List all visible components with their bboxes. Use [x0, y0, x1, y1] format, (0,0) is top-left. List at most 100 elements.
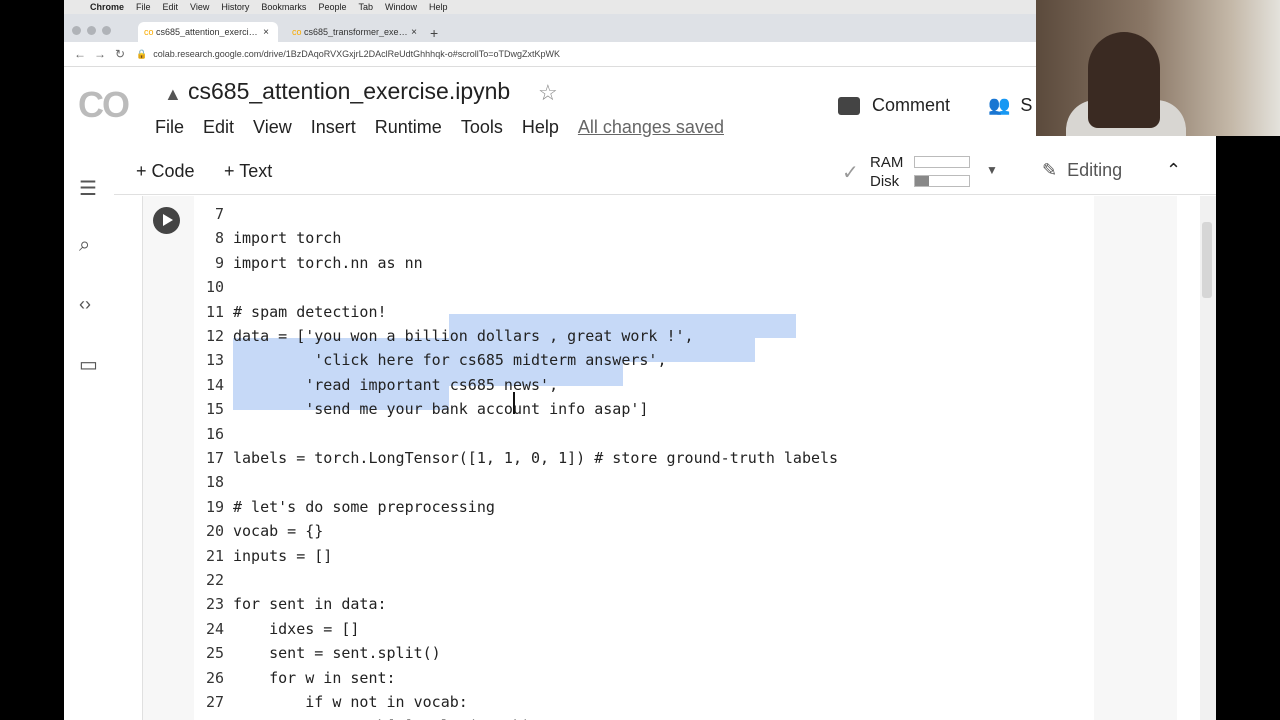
code-line[interactable]: 13 'click here for cs685 midterm answers…: [194, 348, 667, 372]
code-text: vocab = {}: [233, 522, 324, 541]
mac-menu-tab[interactable]: Tab: [358, 2, 373, 12]
colab-favicon-icon: co: [144, 27, 154, 37]
line-number: 8: [214, 229, 224, 248]
menu-file[interactable]: File: [155, 117, 184, 138]
close-window-icon[interactable]: [72, 26, 81, 35]
mac-menu-help[interactable]: Help: [429, 2, 448, 12]
menu-tools[interactable]: Tools: [461, 117, 503, 138]
code-text: idxes = []: [233, 619, 360, 638]
code-text: data = ['you won a billion dollars , gre…: [233, 327, 694, 345]
code-text: labels = torch.LongTensor([1, 1, 0, 1]) …: [233, 449, 839, 467]
line-number: 19: [205, 497, 224, 516]
add-code-button[interactable]: + Code: [136, 161, 195, 182]
forward-icon[interactable]: →: [90, 47, 110, 61]
back-icon[interactable]: ←: [70, 47, 90, 61]
left-sidebar: ☰ ⌕ ‹› ▭: [64, 150, 114, 720]
colab-logo[interactable]: CO: [78, 84, 130, 126]
mac-menu-file[interactable]: File: [136, 2, 151, 12]
code-line[interactable]: 10: [194, 275, 233, 299]
line-number: 17: [205, 449, 224, 467]
table-of-contents-icon[interactable]: ☰: [79, 176, 97, 201]
mac-menu-people[interactable]: People: [318, 2, 346, 12]
code-line[interactable]: 15 'send me your bank account info asap'…: [194, 397, 648, 421]
line-number: 27: [205, 693, 224, 711]
code-line[interactable]: 9 import torch.nn as nn: [194, 251, 423, 275]
new-tab-icon[interactable]: +: [430, 25, 438, 41]
code-text: 'send me your bank account info asap']: [233, 400, 649, 419]
code-line[interactable]: 16: [194, 422, 233, 446]
line-number: 16: [205, 424, 224, 443]
reload-icon[interactable]: ↻: [110, 47, 130, 61]
files-icon[interactable]: ▭: [79, 352, 98, 377]
code-line[interactable]: 22: [194, 568, 233, 592]
chevron-down-icon[interactable]: ▼: [986, 163, 998, 177]
zoom-window-icon[interactable]: [102, 26, 111, 35]
lock-icon[interactable]: 🔒: [136, 49, 147, 60]
code-line[interactable]: 7: [194, 202, 233, 226]
line-number: 24: [205, 619, 224, 638]
line-number: 15: [205, 400, 224, 419]
url-field[interactable]: colab.research.google.com/drive/1BzDAqoR…: [153, 49, 560, 59]
scrollbar-thumb[interactable]: [1202, 222, 1212, 298]
menu-help[interactable]: Help: [522, 117, 559, 138]
code-line[interactable]: 26 for w in sent:: [194, 666, 396, 690]
code-line[interactable]: 14 'read important cs685 news',: [194, 373, 558, 397]
code-text: inputs = []: [233, 546, 333, 565]
code-line[interactable]: 18: [194, 470, 233, 494]
code-line[interactable]: 28 vocab[w] = len(vocab): [194, 714, 531, 720]
code-line[interactable]: 24 idxes = []: [194, 617, 360, 641]
mac-menu-history[interactable]: History: [221, 2, 249, 12]
run-cell-button[interactable]: [153, 207, 180, 234]
comment-button[interactable]: Comment: [838, 95, 950, 116]
save-status-link[interactable]: All changes saved: [578, 117, 724, 138]
mac-menu-edit[interactable]: Edit: [163, 2, 179, 12]
code-line[interactable]: 25 sent = sent.split(): [194, 641, 441, 665]
close-tab-icon[interactable]: ×: [260, 27, 272, 38]
app-menu-chrome[interactable]: Chrome: [90, 2, 124, 12]
editing-mode-button[interactable]: ✎ Editing: [1042, 160, 1122, 181]
code-snippets-icon[interactable]: ‹›: [79, 294, 91, 315]
mac-menu-window[interactable]: Window: [385, 2, 417, 12]
add-text-button[interactable]: + Text: [224, 161, 272, 182]
line-number: 25: [205, 644, 224, 663]
disk-label: Disk: [870, 173, 900, 190]
code-text: import torch.nn as nn: [233, 253, 423, 272]
menu-view[interactable]: View: [253, 117, 292, 138]
code-line[interactable]: 12 data = ['you won a billion dollars , g…: [194, 324, 694, 348]
browser-tab[interactable]: co cs685_transformer_exercise ×: [286, 22, 426, 42]
code-text: # let's do some preprocessing: [233, 497, 495, 516]
webcam-person: [1088, 32, 1160, 128]
code-text: for sent in data:: [233, 595, 387, 614]
ram-disk-labels[interactable]: RAM Disk: [870, 153, 903, 191]
code-line[interactable]: 27 if w not in vocab:: [194, 690, 468, 714]
code-line[interactable]: 21 inputs = []: [194, 544, 332, 568]
minimize-window-icon[interactable]: [87, 26, 96, 35]
mac-menu-view[interactable]: View: [190, 2, 209, 12]
menu-insert[interactable]: Insert: [311, 117, 356, 138]
menu-runtime[interactable]: Runtime: [375, 117, 442, 138]
code-editor[interactable]: 7 8 import torch 9 import torch.nn as nn 10 11…: [194, 196, 1094, 720]
chevron-up-icon[interactable]: ⌃: [1166, 160, 1181, 181]
code-line[interactable]: 11 # spam detection!: [194, 300, 387, 324]
code-line[interactable]: 17 labels = torch.LongTensor([1, 1, 0, 1]…: [194, 446, 838, 470]
notebook-title[interactable]: cs685_attention_exercise.ipynb: [188, 78, 510, 105]
code-line[interactable]: 20 vocab = {}: [194, 519, 323, 543]
share-button[interactable]: 👥 S: [988, 95, 1032, 116]
comment-icon: [838, 96, 860, 115]
code-line[interactable]: 8 import torch: [194, 226, 341, 250]
browser-tab-active[interactable]: co cs685_attention_exercise.ipyn ×: [138, 22, 278, 42]
close-tab-icon[interactable]: ×: [408, 27, 420, 38]
connected-check-icon: ✓: [842, 162, 859, 184]
drive-icon[interactable]: ▲: [164, 84, 182, 105]
line-number: 20: [205, 522, 224, 541]
menu-edit[interactable]: Edit: [203, 117, 234, 138]
star-icon[interactable]: ☆: [538, 80, 558, 106]
mac-menu-bookmarks[interactable]: Bookmarks: [261, 2, 306, 12]
code-line[interactable]: 23 for sent in data:: [194, 592, 387, 616]
line-number: 28: [194, 714, 224, 720]
search-icon[interactable]: ⌕: [79, 234, 90, 257]
line-number: 21: [205, 546, 224, 565]
line-number: 14: [205, 375, 224, 394]
line-number: 23: [205, 595, 224, 614]
code-line[interactable]: 19 # let's do some preprocessing: [194, 495, 495, 519]
